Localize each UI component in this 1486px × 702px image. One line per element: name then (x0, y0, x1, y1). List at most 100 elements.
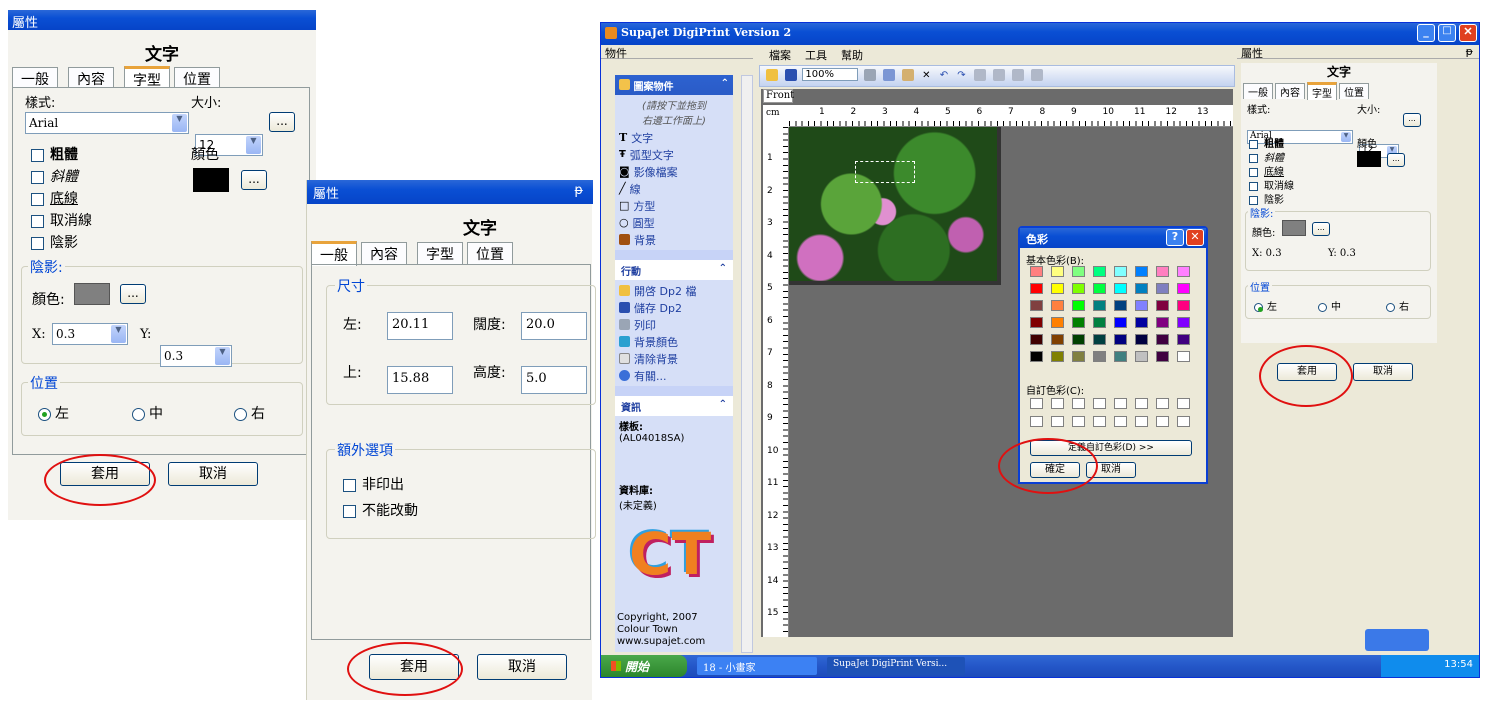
custom-color-swatch[interactable] (1030, 416, 1043, 427)
align-right-radio[interactable] (234, 407, 247, 421)
no-print-checkbox[interactable] (343, 478, 356, 492)
color-swatch[interactable] (1177, 300, 1190, 311)
color-swatch[interactable] (1156, 334, 1169, 345)
props-x-value[interactable]: X: 0.3 (1252, 248, 1282, 259)
color-swatch[interactable] (1177, 317, 1190, 328)
close-button[interactable]: ✕ (1459, 24, 1477, 42)
props-shadow-checkbox[interactable] (1249, 195, 1258, 205)
menu-tools[interactable]: 工具 (805, 47, 827, 62)
props-align-center-radio[interactable] (1318, 302, 1327, 312)
tab-position[interactable]: 位置 (467, 242, 513, 265)
copy-icon[interactable] (882, 68, 895, 81)
paste-icon[interactable] (901, 68, 914, 81)
props-shadow-swatch[interactable] (1282, 220, 1306, 236)
custom-color-swatch[interactable] (1156, 398, 1169, 409)
props-color-button[interactable]: ... (1387, 153, 1405, 167)
color-swatch[interactable] (1093, 317, 1106, 328)
save-icon[interactable] (785, 68, 798, 81)
nav-item-ellipse[interactable]: ○ 圓型 (619, 214, 729, 231)
shadow-color-button[interactable]: ... (120, 284, 146, 304)
custom-color-swatch[interactable] (1135, 398, 1148, 409)
collapse-icon[interactable]: ⌃ (721, 78, 729, 89)
minimize-button[interactable]: _ (1417, 24, 1435, 42)
shadow-x-select[interactable]: 0.3 ▼ (52, 323, 128, 345)
props-shadow-button[interactable]: ... (1312, 222, 1330, 236)
tab-font[interactable]: 字型 (1307, 82, 1337, 100)
color-swatch[interactable] (1051, 351, 1064, 362)
props-align-center[interactable]: 中 (1318, 298, 1341, 313)
color-swatch[interactable] (1135, 317, 1148, 328)
color-swatch[interactable] (1051, 334, 1064, 345)
color-swatch[interactable] (1114, 334, 1127, 345)
close-button[interactable]: ✕ (1186, 229, 1204, 246)
chevron-down-icon[interactable]: ▼ (111, 325, 126, 343)
chevron-down-icon[interactable]: ▼ (1341, 132, 1351, 142)
nav-item-text[interactable]: T 文字 (619, 129, 729, 146)
color-swatch[interactable] (1135, 300, 1148, 311)
color-swatch[interactable] (1114, 300, 1127, 311)
custom-color-swatch[interactable] (1030, 398, 1043, 409)
color-swatch[interactable] (1093, 283, 1106, 294)
font-browse-button[interactable]: ... (269, 112, 295, 132)
pin-icon[interactable]: ᵽ (574, 183, 583, 198)
action-print[interactable]: 列印 (619, 316, 729, 333)
color-swatch[interactable] (1051, 317, 1064, 328)
props-strike-checkbox[interactable] (1249, 181, 1258, 191)
chevron-down-icon[interactable]: ▼ (215, 347, 230, 365)
props-align-left-radio[interactable] (1254, 302, 1263, 312)
pin-icon[interactable]: ᵽ (1466, 45, 1473, 58)
workspace-scrollbar[interactable] (761, 637, 1233, 651)
no-print-option[interactable]: 非印出 (343, 474, 404, 494)
help-button[interactable]: ? (1166, 229, 1184, 246)
taskbar-item-app[interactable]: SupaJet DigiPrint Versi... (827, 657, 965, 675)
start-button[interactable]: 開始 (601, 655, 687, 677)
top-input[interactable]: 15.88 (387, 366, 453, 394)
color-swatch[interactable] (1072, 317, 1085, 328)
shadow-y-select[interactable]: 0.3 ▼ (160, 345, 232, 367)
color-swatch[interactable] (1030, 334, 1043, 345)
italic-checkbox[interactable] (31, 170, 44, 184)
custom-color-swatch[interactable] (1135, 416, 1148, 427)
color-swatch[interactable] (1156, 266, 1169, 277)
color-swatch[interactable] (1093, 334, 1106, 345)
action-about[interactable]: 有關... (619, 367, 729, 384)
cancel-button[interactable]: 取消 (477, 654, 567, 680)
color-swatch[interactable] (1177, 283, 1190, 294)
width-input[interactable]: 20.0 (521, 312, 587, 340)
custom-color-swatch[interactable] (1072, 398, 1085, 409)
maximize-button[interactable]: □ (1438, 24, 1456, 42)
action-save[interactable]: 儲存 Dp2 (619, 299, 729, 316)
shadow-checkbox[interactable] (31, 236, 44, 250)
align-top-icon[interactable] (1012, 68, 1025, 81)
props-italic[interactable]: 斜體 (1249, 149, 1284, 164)
props-color-swatch[interactable] (1357, 151, 1381, 167)
cancel-button[interactable]: 取消 (168, 462, 258, 486)
align-right-option[interactable]: 右 (234, 403, 265, 423)
text-object-selection[interactable] (855, 161, 915, 183)
color-swatch[interactable] (1030, 300, 1043, 311)
color-swatch[interactable] (1156, 300, 1169, 311)
props-strike[interactable]: 取消線 (1249, 177, 1294, 192)
color-swatch[interactable] (1030, 266, 1043, 277)
bold-checkbox[interactable] (31, 148, 44, 162)
props-bold[interactable]: 粗體 (1249, 135, 1284, 150)
color-swatch[interactable] (1135, 351, 1148, 362)
custom-color-swatch[interactable] (1093, 398, 1106, 409)
align-center-option[interactable]: 中 (132, 403, 163, 423)
color-swatch[interactable] (1114, 317, 1127, 328)
color-swatch[interactable] (1114, 266, 1127, 277)
menu-file[interactable]: 檔案 (769, 47, 791, 62)
color-swatch[interactable] (1030, 317, 1043, 328)
align-left-icon[interactable] (973, 68, 986, 81)
undo-icon[interactable]: ↶ (940, 70, 948, 81)
zoom-value[interactable]: 100% (802, 68, 859, 81)
collapse-icon[interactable]: ⌃ (719, 399, 727, 410)
color-swatch[interactable] (1177, 334, 1190, 345)
nav-item-image[interactable]: ◙ 影像檔案 (619, 163, 729, 180)
custom-color-swatch[interactable] (1051, 416, 1064, 427)
align-bottom-icon[interactable] (1031, 68, 1044, 81)
color-swatch[interactable] (1072, 351, 1085, 362)
props-underline-checkbox[interactable] (1249, 167, 1258, 177)
custom-color-swatch[interactable] (1177, 416, 1190, 427)
color-swatch[interactable] (1051, 283, 1064, 294)
